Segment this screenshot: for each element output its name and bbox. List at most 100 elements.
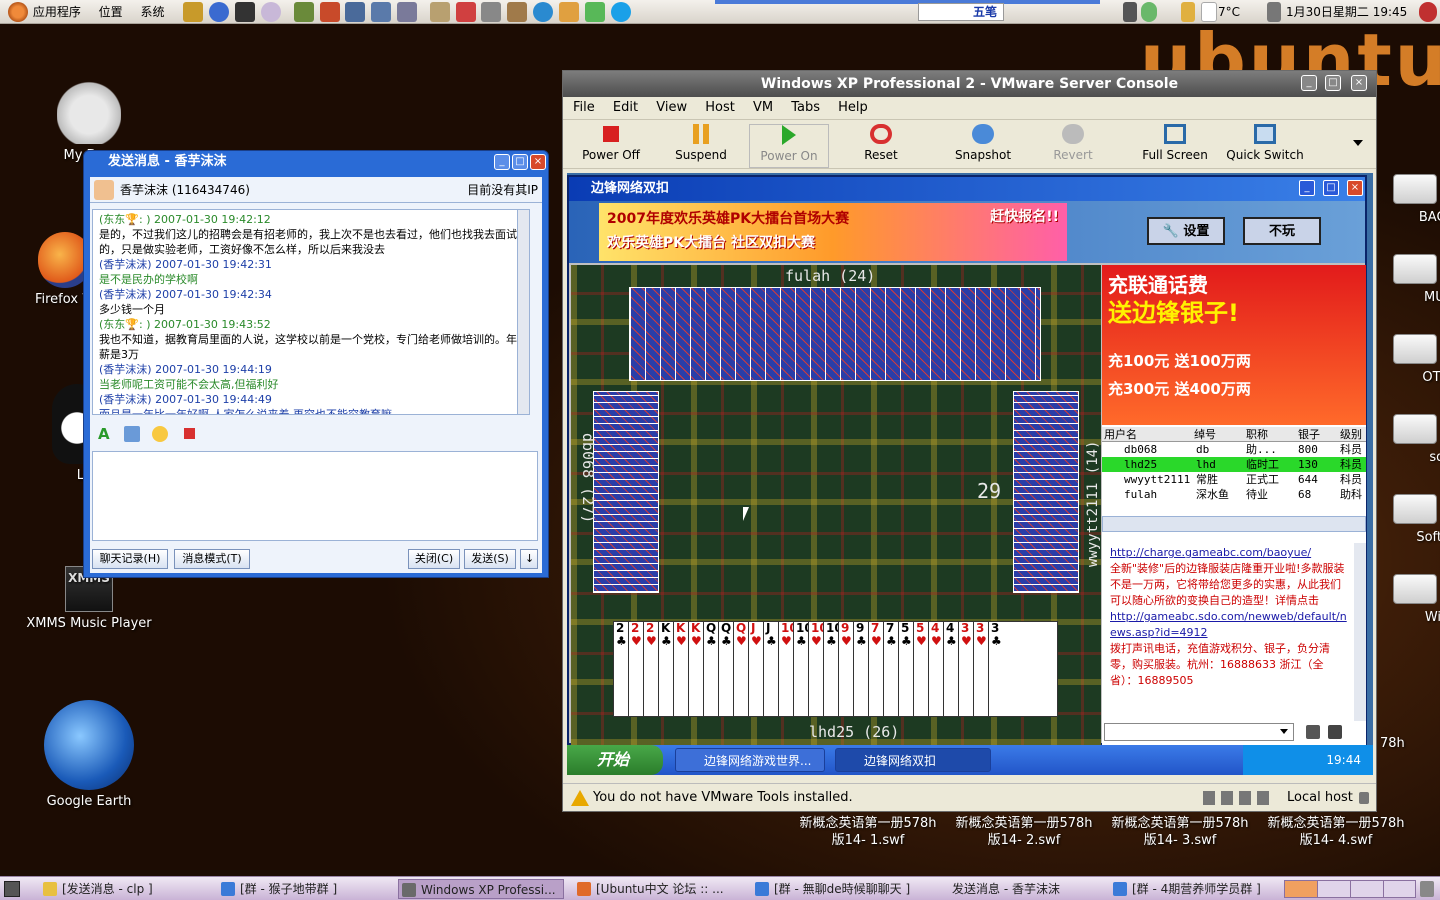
task-group-nutrition[interactable]: [群 - 4期营养师学员群 ] xyxy=(1110,879,1282,899)
chat-select[interactable] xyxy=(1104,723,1294,741)
globe-icon[interactable] xyxy=(533,2,554,22)
message-mode-button[interactable]: 消息模式(T) xyxy=(174,549,250,569)
task-ubuntu-forum[interactable]: [Ubuntu中文 论坛 :: ... xyxy=(574,879,746,899)
menu-edit[interactable]: Edit xyxy=(613,100,638,115)
playing-card[interactable]: 3 ♣ xyxy=(988,621,1058,717)
chevron-down-icon[interactable] xyxy=(1280,729,1288,734)
network-icon[interactable] xyxy=(396,2,417,22)
guest-screen[interactable]: 边锋网络双扣 _ □ × 2007年度欢乐英雄PK大擂台首场大赛 欢乐英雄PK大… xyxy=(567,173,1373,775)
chat-history-button[interactable]: 聊天记录(H) xyxy=(92,549,168,569)
news-link[interactable]: http://gameabc.sdo.com/newweb/default/ne… xyxy=(1110,609,1348,641)
column-header[interactable]: 职称 xyxy=(1246,427,1268,442)
menu-applications[interactable]: 应用程序 xyxy=(33,0,81,24)
monitor-icon[interactable] xyxy=(371,2,392,22)
task-group-monkey[interactable]: [群 - 猴子地带群 ] xyxy=(218,879,390,899)
task-send-message-xiangyu[interactable]: 发送消息 - 香芋沫沫 xyxy=(930,879,1100,899)
help-icon[interactable] xyxy=(209,2,230,22)
power-on-button[interactable]: Power On xyxy=(749,124,829,168)
tournament-ad[interactable]: 2007年度欢乐英雄PK大擂台首场大赛 欢乐英雄PK大擂台 社区双扣大赛 赶快报… xyxy=(599,203,1067,261)
cd-icon[interactable] xyxy=(260,2,281,22)
ubuntu-logo-icon[interactable] xyxy=(8,2,28,22)
tools-icon[interactable] xyxy=(1328,725,1342,739)
power-off-button[interactable]: Power Off xyxy=(571,124,651,162)
task-windows-xp[interactable]: Windows XP Professi... xyxy=(398,879,564,899)
table-row[interactable]: wwyytt2111 常胜 正式工 644 科员 xyxy=(1102,472,1366,487)
menu-view[interactable]: View xyxy=(656,100,687,115)
emoticon-icon[interactable] xyxy=(152,426,168,442)
workspace-switcher[interactable] xyxy=(1284,880,1416,898)
close-button[interactable]: × xyxy=(530,154,546,170)
card-table[interactable]: fulah (24) db068 (27) wwyytt2111 (14) 29… xyxy=(571,265,1101,745)
minimize-button[interactable]: _ xyxy=(494,154,510,170)
user-table[interactable]: 用户名 绰号 职称 银子 级别 db068 db 助... 800 科员 lhd25 lh… xyxy=(1102,427,1366,532)
desktop-icon-my-documents[interactable]: My Do xyxy=(24,60,154,163)
guest-task-shuangkou[interactable]: 边锋网络双扣 xyxy=(835,748,991,772)
menu-places[interactable]: 位置 xyxy=(99,0,123,24)
trash-icon[interactable] xyxy=(1420,881,1434,897)
close-button[interactable]: × xyxy=(1351,75,1367,91)
user-table-hscrollbar[interactable] xyxy=(1102,516,1366,532)
chat-scrollbar[interactable] xyxy=(517,210,529,414)
pencil-icon[interactable] xyxy=(1306,725,1320,739)
people-icon[interactable] xyxy=(558,2,579,22)
music-note-icon[interactable] xyxy=(1123,2,1137,22)
skype-icon[interactable] xyxy=(610,2,631,22)
terminal-icon[interactable] xyxy=(235,2,256,22)
task-group-chat[interactable]: [群 - 無聊de時候聊聊天 ] xyxy=(752,879,938,899)
file-swf-2[interactable]: 新概念英语第一册578h 版14- 2.swf xyxy=(949,815,1099,849)
mail-icon[interactable] xyxy=(429,2,450,22)
column-header[interactable]: 用户名 xyxy=(1104,427,1137,442)
chat-log[interactable]: (东东🏆: ) 2007-01-30 19:42:12 是的，不过我们这儿的招聘… xyxy=(92,209,530,415)
stop-icon[interactable] xyxy=(184,428,195,439)
column-header[interactable]: 银子 xyxy=(1298,427,1320,442)
maximize-button[interactable]: □ xyxy=(1325,75,1341,91)
font-icon[interactable]: A xyxy=(98,425,110,443)
snapshot-button[interactable]: Snapshot xyxy=(943,124,1023,162)
guest-task-game-world[interactable]: 边锋网络游戏世界... xyxy=(675,748,825,772)
column-header[interactable]: 绰号 xyxy=(1194,427,1216,442)
send-button[interactable]: 发送(S) xyxy=(464,549,516,569)
launcher-icon[interactable] xyxy=(183,2,204,22)
table-row-selected[interactable]: lhd25 lhd 临时工 130 科员 xyxy=(1102,457,1366,472)
maximize-button[interactable]: □ xyxy=(512,154,528,170)
menu-vm[interactable]: VM xyxy=(753,100,773,115)
table-row[interactable]: db068 db 助... 800 科员 xyxy=(1102,442,1366,457)
vmware-title[interactable]: Windows XP Professional 2 - VMware Serve… xyxy=(563,71,1376,97)
start-button[interactable]: 开始 xyxy=(567,745,663,775)
chat-title[interactable]: 发送消息 - 香芋沫沫 xyxy=(84,151,548,173)
settings-button[interactable]: 🔧 设置 xyxy=(1147,217,1225,245)
player-hand[interactable]: 2 ♣ 2 ♥ 2 ♥ K ♣ K ♥ K ♥ Q ♣ Q ♣ Q ♥ J ♥ J ♣ 10 ♥ 10 ♣ 10 ♥ 10 ♣ 9 ♥ 9 ♣ 7 ♥… xyxy=(613,621,1059,717)
chat-icon[interactable] xyxy=(584,2,605,22)
suspend-button[interactable]: Suspend xyxy=(661,124,741,162)
send-options-button[interactable]: ↓ xyxy=(520,549,538,569)
file-swf-3[interactable]: 新概念英语第一册578h 版14- 3.swf xyxy=(1105,815,1255,849)
menu-help[interactable]: Help xyxy=(838,100,868,115)
workspace-active[interactable] xyxy=(1285,881,1317,897)
file-swf-4[interactable]: 新概念英语第一册578h 版14- 4.swf xyxy=(1261,815,1411,849)
news-link[interactable]: http://charge.gameabc.com/baoyue/ xyxy=(1110,545,1348,561)
show-desktop-icon[interactable] xyxy=(4,881,20,897)
minimize-button[interactable]: _ xyxy=(1301,75,1317,91)
menu-file[interactable]: File xyxy=(573,100,595,115)
tools-icon[interactable] xyxy=(507,2,528,22)
device-icons[interactable] xyxy=(1203,791,1275,805)
revert-button[interactable]: Revert xyxy=(1033,124,1113,162)
gear-icon[interactable] xyxy=(481,2,502,22)
quit-button[interactable]: 不玩 xyxy=(1243,217,1321,245)
reset-button[interactable]: Reset xyxy=(841,124,921,162)
desktop-icon-google-earth[interactable]: Google Earth xyxy=(24,700,154,809)
input-method-indicator[interactable]: 五笔 xyxy=(918,3,1004,21)
column-header[interactable]: 级别 xyxy=(1340,427,1362,442)
close-button[interactable]: × xyxy=(1347,180,1363,196)
table-row[interactable]: fulah 深水鱼 待业 68 助科 xyxy=(1102,487,1366,502)
menu-system[interactable]: 系统 xyxy=(141,0,165,24)
quick-switch-button[interactable]: Quick Switch xyxy=(1225,124,1305,162)
close-chat-button[interactable]: 关闭(C) xyxy=(408,549,460,569)
news-scrollbar[interactable] xyxy=(1354,543,1366,721)
menu-tabs[interactable]: Tabs xyxy=(791,100,820,115)
save-icon[interactable] xyxy=(345,2,366,22)
insert-image-icon[interactable] xyxy=(124,426,140,442)
maximize-button[interactable]: □ xyxy=(1323,180,1339,196)
star-icon[interactable] xyxy=(455,2,476,22)
file-swf-1[interactable]: 新概念英语第一册578h 版14- 1.swf xyxy=(793,815,943,849)
